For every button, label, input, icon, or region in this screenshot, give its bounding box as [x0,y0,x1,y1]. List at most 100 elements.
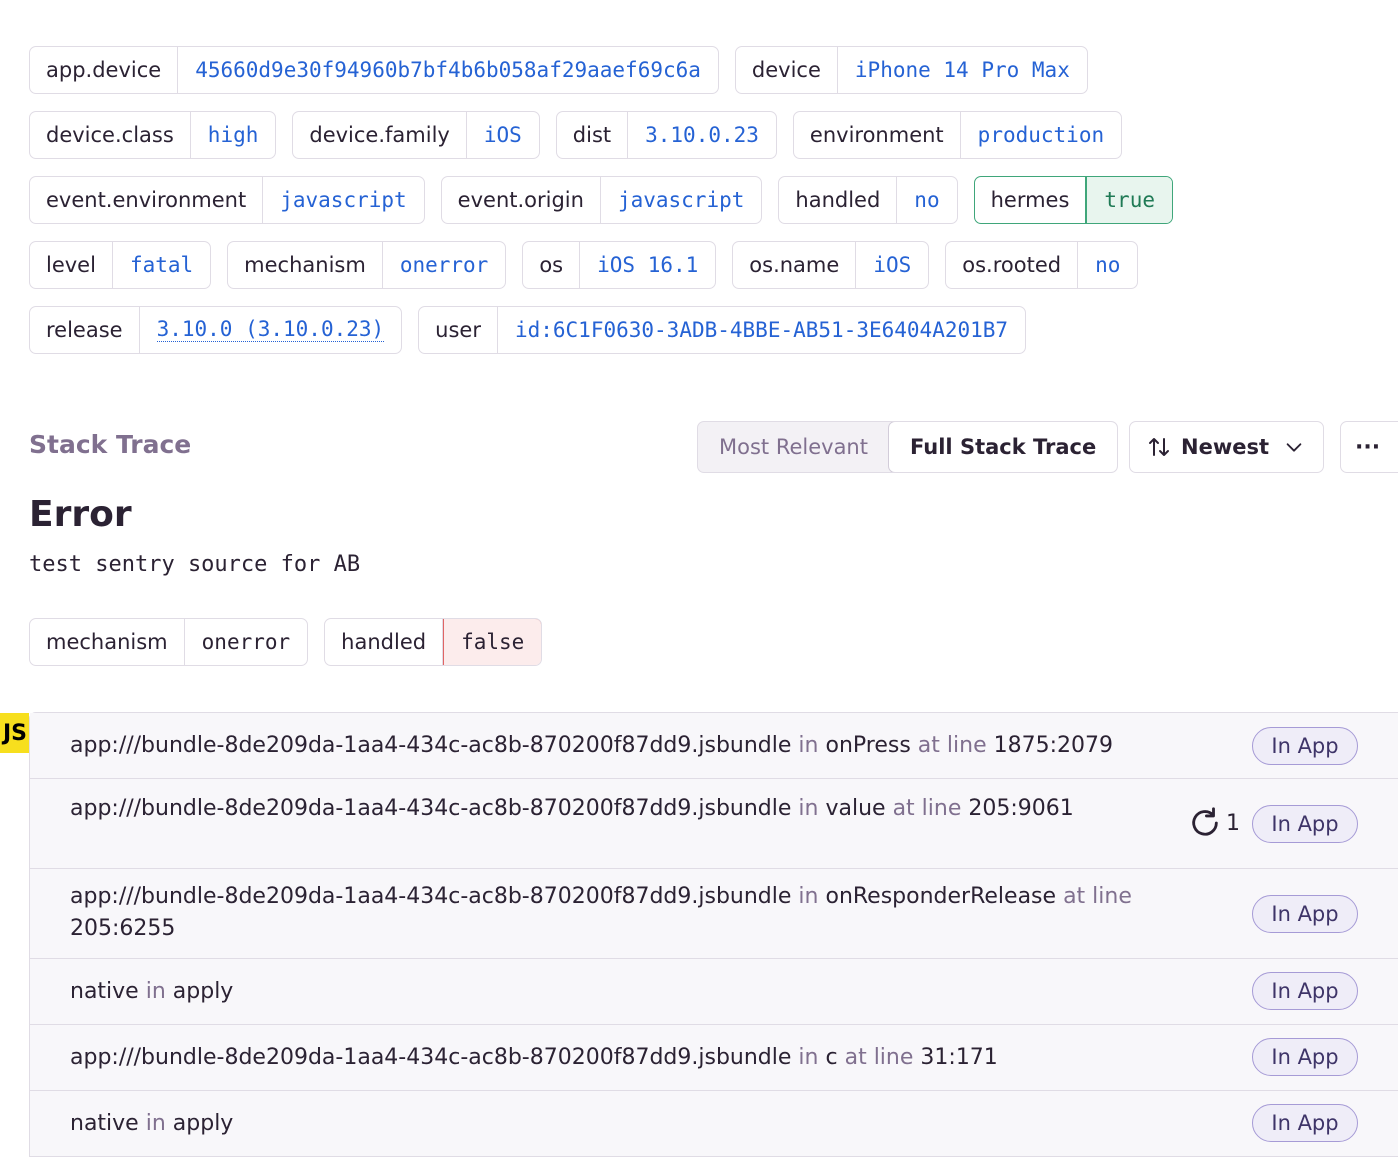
frame-file: app:///bundle-8de209da-1aa4-434c-ac8b-87… [70,1045,792,1070]
handled-tag: handled false [324,618,542,666]
in-app-badge: In App [1252,972,1358,1010]
frame-at: at line [917,733,987,758]
tag-value[interactable]: iOS 16.1 [580,242,715,288]
tag-value[interactable]: javascript [263,177,423,223]
tag-value: false [443,619,541,665]
frame-file: app:///bundle-8de209da-1aa4-434c-ac8b-87… [70,733,792,758]
tag-value[interactable]: fatal [113,242,210,288]
tag-value[interactable]: true [1086,177,1172,223]
tag-level[interactable]: level fatal [29,241,212,289]
frame-at: at line [844,1045,914,1070]
tag-row: event.environment javascript event.origin… [29,176,1279,224]
frame-line: 1875:2079 [993,733,1113,758]
tag-value[interactable]: production [961,112,1121,158]
error-mechanism-tags: mechanism onerror handled false [29,618,542,666]
frame-in: in [145,1111,166,1136]
sort-arrows-icon [1149,438,1169,456]
tag-os[interactable]: os iOS 16.1 [522,241,717,289]
view-toggle: Most Relevant Full Stack Trace [697,421,1119,473]
tag-os-rooted[interactable]: os.rooted no [945,241,1139,289]
mechanism-tag: mechanism onerror [29,618,309,666]
frame-text: app:///bundle-8de209da-1aa4-434c-ac8b-87… [70,881,1230,945]
sort-dropdown-button[interactable]: Newest [1129,421,1324,473]
error-message: test sentry source for AB [29,552,361,577]
repeat-count: 1 [1226,810,1240,836]
frame-file: native [70,1111,139,1136]
stack-frame[interactable]: app:///bundle-8de209da-1aa4-434c-ac8b-87… [30,713,1398,779]
frame-in: in [798,1045,819,1070]
chevron-down-icon [1286,443,1302,452]
tag-key: mechanism [30,619,185,665]
frame-text: app:///bundle-8de209da-1aa4-434c-ac8b-87… [70,793,1180,825]
tag-user[interactable]: user id:6C1F0630-3ADB-4BBE-AB51-3E6404A20… [418,306,1027,354]
frame-function: onPress [825,733,911,758]
tag-environment[interactable]: environment production [792,111,1123,159]
frame-line: 205:6255 [70,916,176,941]
tag-key: user [419,307,498,353]
frame-in: in [798,796,819,821]
tag-row: device.class high device.family iOS dist 3.… [29,111,1279,159]
stack-frame[interactable]: app:///bundle-8de209da-1aa4-434c-ac8b-87… [30,779,1398,869]
stack-frame[interactable]: native in apply In App [30,959,1398,1025]
frame-at: at line [1063,884,1132,909]
tag-os-name[interactable]: os.name iOS [732,241,930,289]
tag-device-family[interactable]: device.family iOS [292,111,540,159]
tag-value[interactable]: no [1078,242,1137,288]
frame-at: at line [892,796,962,821]
tag-value[interactable]: javascript [601,177,761,223]
tag-key: os.rooted [946,242,1079,288]
frame-line: 31:171 [920,1045,998,1070]
in-app-badge: In App [1252,895,1358,933]
frame-file: app:///bundle-8de209da-1aa4-434c-ac8b-87… [70,884,792,909]
error-type: Error [29,494,132,535]
frame-file: app:///bundle-8de209da-1aa4-434c-ac8b-87… [70,796,792,821]
tag-value[interactable]: no [897,177,956,223]
frame-function: apply [172,979,234,1004]
full-stack-trace-option[interactable]: Full Stack Trace [887,422,1118,472]
tag-key: app.device [30,47,179,93]
tag-key: event.origin [442,177,601,223]
tag-key: level [30,242,113,288]
frame-line: 205:9061 [968,796,1074,821]
tag-device-class[interactable]: device.class high [29,111,277,159]
tag-event-environment[interactable]: event.environment javascript [29,176,425,224]
frame-function: apply [172,1111,234,1136]
stack-frame[interactable]: app:///bundle-8de209da-1aa4-434c-ac8b-87… [30,869,1398,959]
tag-value[interactable]: id:6C1F0630-3ADB-4BBE-AB51-3E6404A201B7 [498,307,1025,353]
most-relevant-option[interactable]: Most Relevant [698,422,889,472]
tag-key: os.name [733,242,857,288]
tag-key: handled [779,177,898,223]
tag-value[interactable]: iOS [467,112,539,158]
tag-handled[interactable]: handled no [778,176,958,224]
more-options-button[interactable]: ··· [1340,421,1398,473]
tag-value[interactable]: 3.10.0.23 [628,112,776,158]
tag-device[interactable]: device iPhone 14 Pro Max [734,46,1088,94]
tag-event-origin[interactable]: event.origin javascript [440,176,763,224]
frame-in: in [145,979,166,1004]
stack-frame[interactable]: native in apply In App [30,1091,1398,1157]
repeated-count: 1 [1188,806,1240,840]
release-link[interactable]: 3.10.0 (3.10.0.23) [156,317,385,343]
frame-file: native [70,979,139,1004]
tag-key: dist [557,112,629,158]
tag-value[interactable]: onerror [383,242,506,288]
tag-value[interactable]: iOS [856,242,928,288]
tag-app-device[interactable]: app.device 45660d9e30f94960b7bf4b6b058af2… [29,46,719,94]
stack-frame[interactable]: app:///bundle-8de209da-1aa4-434c-ac8b-87… [30,1025,1398,1091]
frame-in: in [798,733,819,758]
javascript-platform-icon: JS [0,713,29,753]
tag-release[interactable]: release 3.10.0 (3.10.0.23) [29,306,403,354]
frame-in: in [798,884,819,909]
tag-value[interactable]: 45660d9e30f94960b7bf4b6b058af29aaef69c6a [178,47,718,93]
tag-dist[interactable]: dist 3.10.0.23 [555,111,777,159]
tag-key: event.environment [30,177,264,223]
tag-mechanism[interactable]: mechanism onerror [227,241,507,289]
in-app-badge: In App [1252,727,1358,765]
tag-value[interactable]: iPhone 14 Pro Max [838,47,1087,93]
tag-hermes[interactable]: hermes true [973,176,1173,224]
tag-row: release 3.10.0 (3.10.0.23) user id:6C1F063… [29,306,1279,354]
tag-value[interactable]: high [191,112,276,158]
tag-key: os [523,242,581,288]
tag-key: hermes [975,177,1087,223]
tag-value-link[interactable]: 3.10.0 (3.10.0.23) [140,307,402,353]
